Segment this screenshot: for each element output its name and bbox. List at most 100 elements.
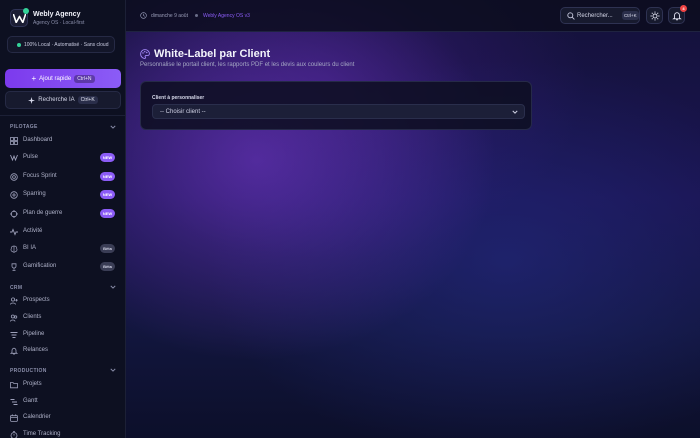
brain-icon (10, 245, 18, 253)
sidebar-item-label: Gamification (23, 263, 57, 269)
sidebar-item-label: Gantt (23, 398, 38, 404)
sidebar-item-focus-sprint[interactable]: Focus Sprint NEW (0, 170, 125, 184)
sidebar-item-pipeline[interactable]: Pipeline (0, 328, 125, 342)
global-search-button[interactable]: Rechercher... Ctrl+K (560, 7, 640, 24)
top-bar: dimanche 9 août Webly Agency OS v3 Reche… (126, 0, 700, 32)
sidebar-item-projets[interactable]: Projets (0, 378, 125, 392)
current-date: dimanche 9 août (151, 13, 188, 19)
chevron-down-icon[interactable] (110, 284, 116, 290)
sidebar-item-label: Clients (23, 314, 42, 320)
section-title-pilotage[interactable]: PILOTAGE (10, 124, 38, 130)
sidebar-item-label: Sparring (23, 191, 46, 197)
ai-search-label: Recherche IA (38, 97, 75, 103)
sidebar-item-bi-ia[interactable]: BI IA Bêta (0, 242, 125, 256)
search-label: Rechercher... (577, 13, 613, 19)
palette-icon (140, 49, 150, 59)
sidebar-item-label: Pipeline (23, 331, 45, 337)
bell-icon (10, 347, 18, 355)
brand-logo-icon (10, 8, 29, 27)
search-icon (567, 12, 575, 20)
chevron-down-icon[interactable] (110, 367, 116, 373)
sidebar-item-label: Time Tracking (23, 431, 61, 437)
sidebar-item-calendrier[interactable]: Calendrier (0, 411, 125, 425)
ai-search-button[interactable]: Recherche IA Ctrl+K (5, 91, 121, 109)
quick-add-label: Ajout rapide (39, 75, 72, 82)
new-badge: NEW (100, 153, 115, 162)
sidebar-item-gamification[interactable]: Gamification Bêta (0, 260, 125, 274)
users-icon (10, 314, 18, 322)
notification-count-badge: 4 (680, 5, 687, 12)
status-text: 100% Local · Automatisé · Sans cloud (24, 42, 109, 48)
gantt-icon (10, 399, 18, 405)
user-plus-icon (10, 297, 18, 305)
notifications-button[interactable]: 4 (668, 5, 687, 24)
sidebar-item-time-tracking[interactable]: Time Tracking (0, 428, 125, 438)
activity-icon (10, 228, 18, 236)
chevron-down-icon (512, 110, 518, 114)
sidebar: Webly Agency Agency OS · Local-first 100… (0, 0, 126, 438)
page-subtitle: Personnalise le portail client, les rapp… (140, 62, 355, 68)
sidebar-item-label: BI IA (23, 245, 37, 251)
brand[interactable]: Webly Agency Agency OS · Local-first (10, 8, 120, 29)
ai-search-shortcut: Ctrl+K (77, 96, 98, 104)
dashboard-icon (10, 137, 18, 145)
chevron-down-icon[interactable] (110, 124, 116, 130)
section-title-production[interactable]: PRODUCTION (10, 368, 47, 374)
online-dot-icon (23, 8, 29, 14)
new-badge: NEW (100, 190, 115, 199)
target-icon (10, 173, 18, 181)
sidebar-item-label: Plan de guerre (23, 210, 63, 216)
main-content: dimanche 9 août Webly Agency OS v3 Reche… (126, 0, 700, 438)
sparring-icon (10, 191, 18, 199)
pipeline-icon (10, 332, 18, 338)
sun-icon (650, 11, 660, 21)
client-select[interactable]: -- Choisir client -- (152, 104, 525, 119)
theme-toggle-button[interactable] (646, 7, 663, 24)
client-select-label: Client à personnaliser (152, 95, 205, 101)
sparkle-icon (28, 96, 36, 104)
calendar-icon (10, 414, 18, 422)
folder-icon (10, 382, 18, 389)
separator-dot (195, 14, 198, 17)
sidebar-item-label: Focus Sprint (23, 173, 57, 179)
timer-icon (10, 431, 18, 438)
sidebar-item-prospects[interactable]: Prospects (0, 294, 125, 308)
sidebar-item-relances[interactable]: Relances (0, 344, 125, 358)
section-title-crm[interactable]: CRM (10, 285, 22, 291)
new-badge: NEW (100, 209, 115, 218)
sidebar-item-label: Dashboard (23, 137, 53, 143)
sidebar-item-pulse[interactable]: Pulse NEW (0, 151, 125, 165)
sidebar-item-label: Calendrier (23, 414, 51, 420)
quick-add-shortcut: Ctrl+N (74, 74, 95, 83)
sidebar-item-label: Pulse (23, 154, 39, 160)
sidebar-item-plan-de-guerre[interactable]: Plan de guerre NEW (0, 207, 125, 221)
sidebar-item-gantt[interactable]: Gantt (0, 395, 125, 409)
crosshair-icon (10, 210, 18, 218)
status-dot-icon (17, 43, 21, 47)
local-status-chip: 100% Local · Automatisé · Sans cloud (7, 36, 115, 53)
page-title: White-Label par Client (154, 48, 271, 60)
beta-badge: Bêta (100, 262, 115, 271)
app-version: Webly Agency OS v3 (203, 13, 250, 19)
sidebar-item-sparring[interactable]: Sparring NEW (0, 188, 125, 202)
pulse-icon (10, 154, 18, 162)
brand-name: Webly Agency (33, 11, 81, 18)
plus-icon: + (31, 73, 37, 83)
beta-badge: Bêta (100, 244, 115, 253)
new-badge: NEW (100, 172, 115, 181)
sidebar-item-clients[interactable]: Clients (0, 311, 125, 325)
sidebar-item-label: Relances (23, 347, 49, 353)
client-select-value: -- Choisir client -- (160, 109, 206, 115)
sidebar-item-label: Projets (23, 381, 42, 387)
search-shortcut: Ctrl+K (622, 11, 639, 20)
quick-add-button[interactable]: + Ajout rapide Ctrl+N (5, 69, 121, 88)
sidebar-item-activite[interactable]: Activité (0, 225, 125, 239)
client-selector-card: Client à personnaliser -- Choisir client… (140, 81, 532, 130)
sidebar-item-label: Prospects (23, 297, 50, 303)
sidebar-item-label: Activité (23, 228, 43, 234)
sidebar-divider (0, 115, 125, 116)
clock-icon (140, 12, 147, 19)
bell-icon (672, 12, 682, 21)
brand-subtitle: Agency OS · Local-first (33, 20, 85, 26)
sidebar-item-dashboard[interactable]: Dashboard (0, 134, 125, 148)
